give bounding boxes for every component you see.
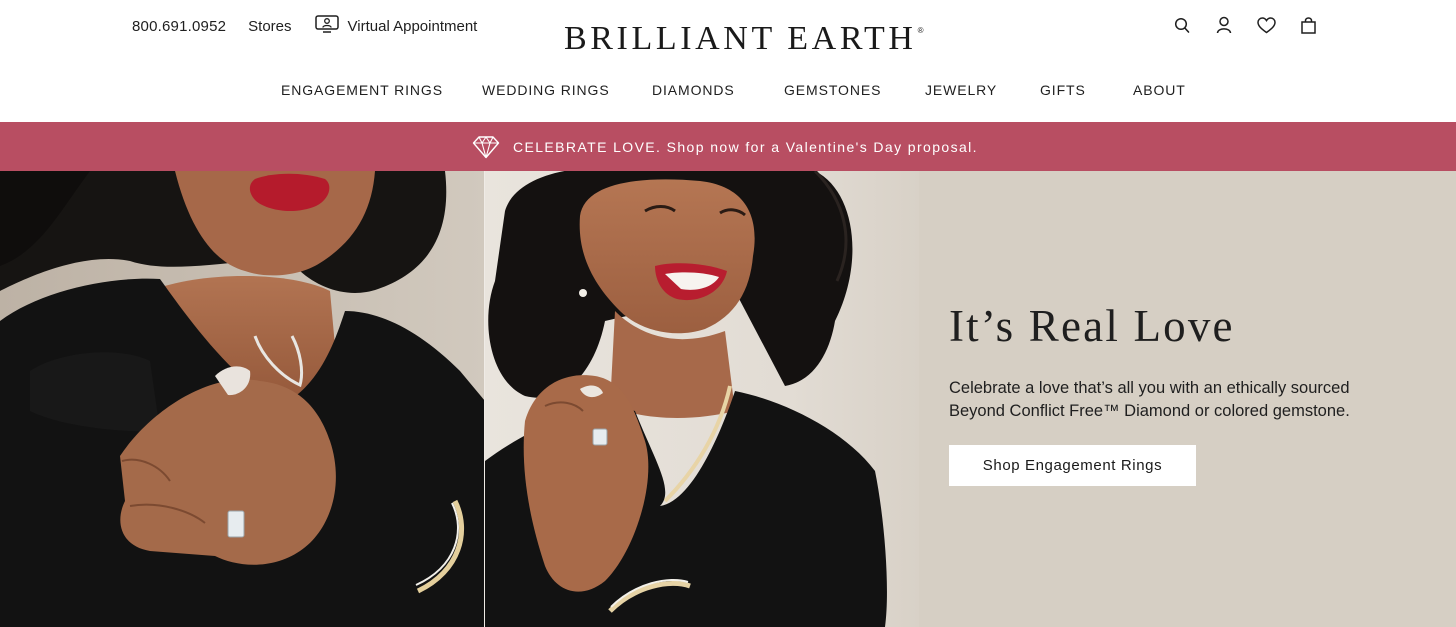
stores-link[interactable]: Stores: [248, 18, 291, 35]
wishlist-heart-icon[interactable]: [1256, 14, 1276, 36]
logo-text: BRILLIANT EARTH: [564, 20, 917, 57]
phone-link[interactable]: 800.691.0952: [132, 18, 226, 35]
hero-photo-left: [0, 171, 485, 627]
nav-engagement-rings[interactable]: ENGAGEMENT RINGS: [281, 82, 443, 98]
brand-logo[interactable]: BRILLIANT EARTH ®: [564, 20, 924, 58]
header-actions: [1172, 14, 1318, 36]
site-header: 800.691.0952 Stores Virtual Appointment …: [0, 0, 1456, 122]
hero-section: It’s Real Love Celebrate a love that’s a…: [0, 171, 1456, 627]
account-icon[interactable]: [1214, 14, 1234, 36]
nav-about[interactable]: ABOUT: [1133, 82, 1186, 98]
nav-gemstones[interactable]: GEMSTONES: [784, 82, 881, 98]
hero-copy: It’s Real Love Celebrate a love that’s a…: [949, 299, 1419, 486]
nav-diamonds[interactable]: DIAMONDS: [652, 82, 735, 98]
hero-photo-right: [485, 171, 919, 627]
virtual-appointment-link[interactable]: Virtual Appointment: [314, 15, 478, 37]
registered-mark: ®: [917, 26, 924, 35]
nav-jewelry[interactable]: JEWELRY: [925, 82, 997, 98]
main-navigation: ENGAGEMENT RINGS WEDDING RINGS DIAMONDS …: [0, 82, 1456, 102]
hero-subtitle: Celebrate a love that’s all you with an …: [949, 379, 1350, 420]
promo-text: CELEBRATE LOVE. Shop now for a Valentine…: [513, 138, 978, 155]
video-call-icon: [314, 15, 339, 37]
virtual-appointment-label: Virtual Appointment: [347, 17, 478, 35]
diamond-icon: [472, 135, 500, 159]
shop-engagement-rings-button[interactable]: Shop Engagement Rings: [949, 445, 1196, 486]
nav-wedding-rings[interactable]: WEDDING RINGS: [482, 82, 610, 98]
nav-gifts[interactable]: GIFTS: [1040, 82, 1086, 98]
promo-banner[interactable]: CELEBRATE LOVE. Shop now for a Valentine…: [0, 122, 1456, 171]
utility-links: 800.691.0952 Stores Virtual Appointment: [132, 15, 478, 37]
search-icon[interactable]: [1172, 14, 1192, 36]
hero-title: It’s Real Love: [949, 301, 1235, 351]
shopping-bag-icon[interactable]: [1298, 14, 1318, 36]
